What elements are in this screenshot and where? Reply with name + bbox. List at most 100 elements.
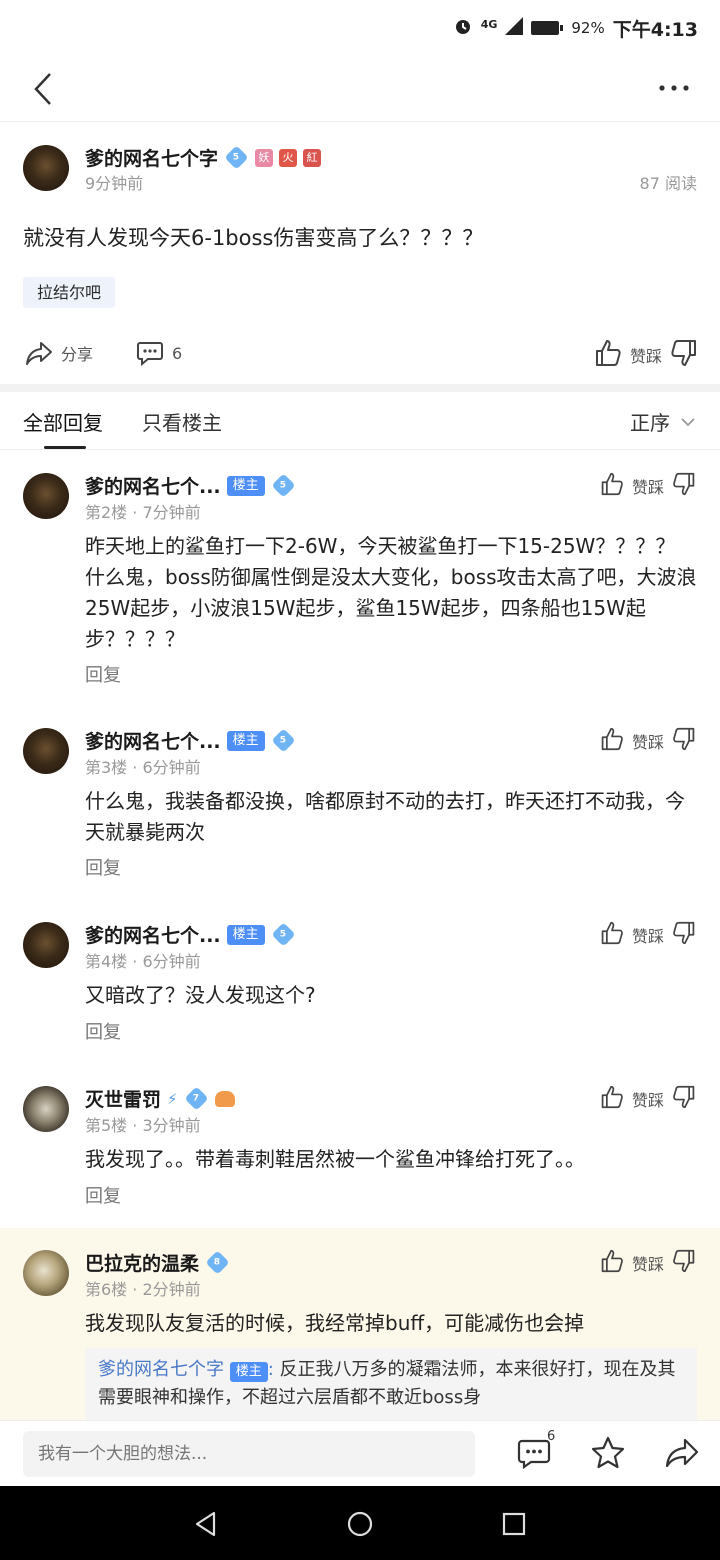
avatar[interactable] [23, 145, 69, 191]
network-type: 4G [480, 17, 498, 31]
share-button[interactable] [664, 1435, 700, 1471]
thumb-down-icon[interactable] [672, 1248, 696, 1278]
thumb-up-icon[interactable] [600, 920, 624, 950]
sub-reply-author[interactable]: 爹的网名七个字 [98, 1359, 224, 1380]
thumb-up-icon[interactable] [600, 1248, 624, 1278]
tab-all-replies[interactable]: 全部回复 [23, 407, 103, 436]
reply-item: 爹的网名七个... 楼主 5 第4楼 · 6分钟前 赞踩 又暗改了？没人发现这个… [0, 900, 720, 1064]
avatar[interactable] [23, 1250, 69, 1296]
level-badge-icon: 5 [271, 922, 296, 947]
thumb-down-icon[interactable] [672, 920, 696, 950]
thumb-up-icon[interactable] [600, 726, 624, 756]
sub-reply[interactable]: 爹的网名七个字 楼主: 反正我八万多的凝霜法师，本来很好打，现在及其需要眼神和操… [85, 1348, 697, 1420]
avatar[interactable] [23, 473, 69, 519]
reply-item: 爹的网名七个... 楼主 5 第3楼 · 6分钟前 赞踩 什么鬼，我装备都没换，… [0, 706, 720, 900]
reply-vote: 赞踩 [600, 726, 696, 756]
share-icon [665, 1438, 699, 1468]
reply-body: 昨天地上的鲨鱼打一下2-6W，今天被鲨鱼打一下15-25W？？？？ 什么鬼，bo… [85, 534, 697, 651]
thumb-up-icon[interactable] [600, 1084, 624, 1114]
comment-count: 6 [547, 1429, 556, 1444]
thumb-down-icon[interactable] [672, 471, 696, 501]
level-badge-icon: 7 [184, 1086, 209, 1111]
post-author[interactable]: 爹的网名七个字 5 妖 火 紅 [85, 144, 322, 171]
battery-icon [531, 21, 564, 35]
post-vote: 赞踩 [594, 338, 698, 372]
reply-author[interactable]: 爹的网名七个... 楼主 5 [85, 727, 296, 754]
op-badge: 楼主 [229, 1362, 268, 1382]
reply-item-highlighted: 巴拉克的温柔 8 第6楼 · 2分钟前 赞踩 我发现队友复活的时候，我经常掉bu… [0, 1228, 720, 1420]
reply-vote: 赞踩 [600, 1248, 696, 1278]
reply-author[interactable]: 巴拉克的温柔 8 [85, 1249, 230, 1276]
reply-vote: 赞踩 [600, 1084, 696, 1114]
op-badge: 楼主 [226, 730, 265, 751]
reply-button[interactable]: 回复 [85, 661, 121, 687]
reply-vote: 赞踩 [600, 471, 696, 501]
thumb-down-icon[interactable] [672, 726, 696, 756]
nav-back-button[interactable] [192, 1510, 220, 1538]
triangle-back-icon [195, 1511, 216, 1537]
post-title: 就没有人发现今天6-1boss伤害变高了么？？？？ [23, 226, 484, 250]
nav-recents-button[interactable] [500, 1510, 528, 1538]
reply-meta: 第6楼 · 2分钟前 [85, 1280, 201, 1299]
chevron-left-icon [34, 73, 51, 105]
avatar[interactable] [23, 1086, 69, 1132]
reply-item: 爹的网名七个... 楼主 5 第2楼 · 7分钟前 赞踩 昨天地上的鲨鱼打一下2… [0, 451, 720, 707]
badge-yao: 妖 [255, 148, 274, 167]
alarm-icon [453, 16, 473, 41]
op-badge: 楼主 [226, 475, 265, 496]
nav-home-button[interactable] [346, 1510, 374, 1538]
level-badge-icon: 5 [224, 145, 249, 170]
forum-tag[interactable]: 拉结尔吧 [23, 277, 116, 308]
reply-author[interactable]: 爹的网名七个... 楼主 5 [85, 921, 296, 948]
reply-tabs: 全部回复 只看楼主 正序 [0, 392, 720, 450]
fan-badge-icon [214, 1090, 235, 1107]
more-button[interactable] [658, 76, 690, 100]
sort-dropdown[interactable]: 正序 [630, 407, 696, 436]
badge-hong: 紅 [303, 148, 322, 167]
thumb-down-icon[interactable] [672, 1084, 696, 1114]
thumb-up-icon[interactable] [600, 471, 624, 501]
more-dots-icon [659, 85, 689, 91]
level-badge-icon: 8 [205, 1250, 230, 1275]
reply-body: 又暗改了？没人发现这个? [85, 983, 316, 1007]
reply-body: 什么鬼，我装备都没换，啥都原封不动的去打，昨天还打不动我，今天就暴毙两次 [85, 789, 685, 844]
reply-meta: 第3楼 · 6分钟前 [85, 758, 201, 777]
clock: 下午4:13 [612, 18, 698, 41]
comment-button[interactable]: 6 [136, 340, 182, 366]
op-badge: 楼主 [226, 924, 265, 945]
lightning-emoji-icon: ⚡ [167, 1089, 178, 1108]
badge-huo: 火 [279, 148, 298, 167]
reply-button[interactable]: 回复 [85, 1182, 121, 1208]
post-actions: 分享 6 赞踩 [0, 332, 720, 376]
star-icon [591, 1436, 625, 1469]
comment-input[interactable] [23, 1431, 475, 1477]
post-time: 9分钟前 [85, 174, 144, 193]
level-badge-icon: 5 [271, 728, 296, 753]
thumb-up-icon[interactable] [594, 338, 622, 372]
thumb-down-icon[interactable] [670, 338, 698, 372]
back-button[interactable] [28, 70, 60, 108]
signal-icon [505, 16, 524, 40]
author-name: 爹的网名七个字 [85, 148, 219, 170]
avatar[interactable] [23, 728, 69, 774]
reply-body: 我发现了。。带着毒刺鞋居然被一个鲨鱼冲锋给打死了。。 [85, 1147, 585, 1171]
tab-only-op[interactable]: 只看楼主 [142, 407, 222, 436]
share-icon [26, 342, 52, 365]
share-button[interactable]: 分享 [25, 340, 93, 366]
top-nav [0, 56, 720, 122]
reply-vote: 赞踩 [600, 920, 696, 950]
chevron-down-icon [681, 417, 695, 426]
battery-level: 92% [571, 19, 605, 37]
circle-home-icon [347, 1511, 373, 1537]
reply-item: 灭世雷罚 ⚡ 7 第5楼 · 3分钟前 赞踩 我发现了。。带着毒刺鞋居然被一个鲨… [0, 1064, 720, 1228]
level-badge-icon: 5 [271, 473, 296, 498]
reply-author[interactable]: 爹的网名七个... 楼主 5 [85, 472, 296, 499]
reply-button[interactable]: 回复 [85, 854, 121, 880]
system-nav-bar [0, 1486, 720, 1560]
reply-author[interactable]: 灭世雷罚 ⚡ 7 [85, 1085, 235, 1112]
avatar[interactable] [23, 922, 69, 968]
reply-meta: 第4楼 · 6分钟前 [85, 952, 201, 971]
reply-meta: 第5楼 · 3分钟前 [85, 1116, 201, 1135]
favorite-button[interactable] [590, 1435, 626, 1471]
reply-button[interactable]: 回复 [85, 1018, 121, 1044]
